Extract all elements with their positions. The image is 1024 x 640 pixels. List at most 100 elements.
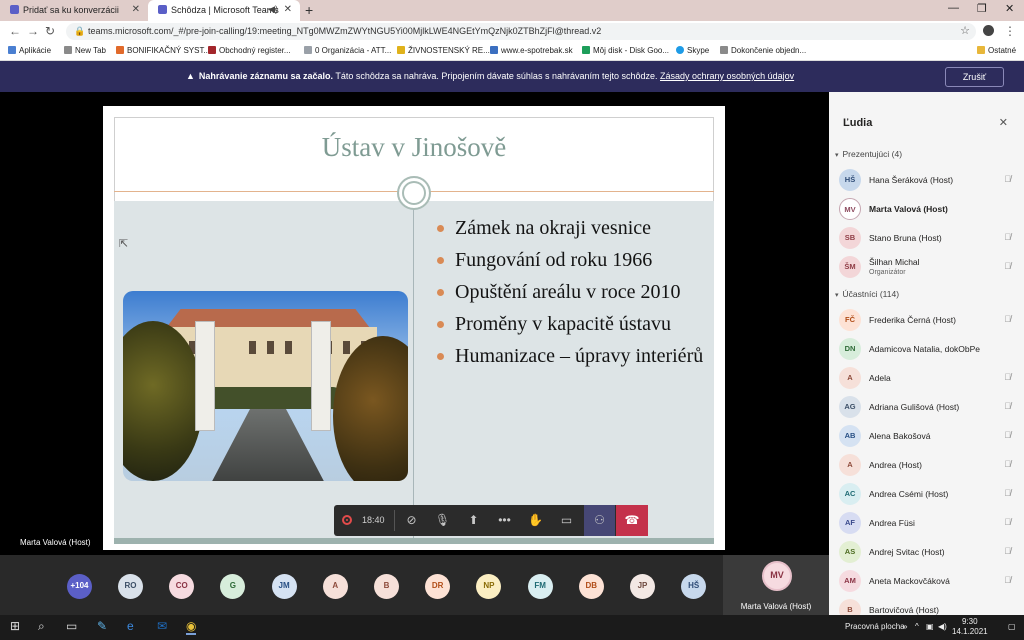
maximize-icon[interactable]: ❐ [977, 2, 987, 15]
bookmark-skype[interactable]: Skype [676, 46, 709, 55]
slide-title: Ústav v Jinošově [321, 132, 507, 162]
participant-gallery: +104 RO CO G JM A B DR NP FM DB JP HŠ [0, 555, 829, 615]
chat-icon[interactable]: ▭ [551, 505, 582, 536]
gallery-avatar[interactable]: NP [476, 574, 502, 599]
participant-row[interactable]: DN Adamicova Natalia, dokObPe [839, 336, 1017, 362]
minimize-icon[interactable]: — [948, 2, 959, 14]
participant-role: Organizátor [869, 269, 906, 276]
participant-row[interactable]: SB Stano Bruna (Host) 🎙̸ [839, 225, 1017, 251]
mic-off-icon[interactable]: 🎙 [427, 505, 458, 536]
participants-icon[interactable]: ⚇ [584, 505, 615, 536]
profile-icon[interactable] [983, 25, 994, 36]
tab-title: Pridať sa ku konverzácii [23, 5, 119, 15]
bookmark-other[interactable]: Ostatné [977, 46, 1016, 55]
windows-start-icon[interactable]: ⊞ [10, 619, 20, 633]
edge-legacy-icon[interactable]: ✎ [97, 619, 107, 633]
forward-icon[interactable]: → [27, 24, 39, 38]
participant-row[interactable]: FČ Frederika Černá (Host) 🎙̸ [839, 307, 1017, 333]
speaker-icon[interactable]: ◀) [268, 4, 278, 15]
bullet-item: Fungování od roku 1966 [437, 248, 707, 272]
gallery-avatar[interactable]: A [322, 574, 348, 599]
bookmark-organizacia[interactable]: 0 Organizácia - ATT... [304, 46, 391, 55]
bookmark-zivnostensky[interactable]: ŽIVNOSTENSKÝ RE... [397, 46, 490, 55]
participant-row[interactable]: AM Aneta Mackovčáková 🎙̸ [839, 568, 1017, 594]
gallery-avatar[interactable]: DR [425, 574, 451, 599]
gallery-avatar[interactable]: HŠ [681, 574, 707, 599]
camera-off-icon[interactable]: ⊘ [396, 505, 427, 536]
avatar: A [839, 454, 861, 476]
participant-row[interactable]: AC Andrea Csémi (Host) 🎙̸ [839, 481, 1017, 507]
gallery-avatar[interactable]: JM [271, 574, 297, 599]
participant-row[interactable]: MV Marta Valová (Host) [839, 196, 1017, 222]
participant-row[interactable]: AG Adriana Gulišová (Host) 🎙̸ [839, 394, 1017, 420]
raise-hand-icon[interactable]: ✋ [520, 505, 551, 536]
gallery-avatar[interactable]: FM [527, 574, 553, 599]
notifications-icon[interactable]: ▢ [1008, 622, 1016, 631]
participant-row[interactable]: ŠM Šilhan Michal Organizátor 🎙̸ [839, 254, 1017, 280]
tab-close-icon[interactable]: ✕ [132, 4, 140, 15]
bookmark-new-tab[interactable]: New Tab [64, 46, 106, 55]
bookmark-e-spotrebak[interactable]: www.e-spotrebak.sk [490, 46, 573, 55]
new-tab-icon[interactable]: + [305, 2, 313, 18]
bookmark-google-drive[interactable]: Môj disk - Disk Goo... [582, 46, 669, 55]
participant-row[interactable]: AB Alena Bakošová 🎙̸ [839, 423, 1017, 449]
participant-row[interactable]: HŠ Hana Šeráková (Host) 🎙̸ [839, 167, 1017, 193]
participant-name: Adela [869, 373, 891, 383]
volume-icon[interactable]: ◀) [938, 622, 947, 631]
gallery-avatar[interactable]: DB [578, 574, 604, 599]
url-field[interactable]: 🔒 teams.microsoft.com/_#/pre-join-callin… [66, 23, 976, 40]
bookmark-star-icon[interactable]: ☆ [960, 24, 970, 37]
network-icon[interactable]: ▣ [926, 622, 934, 631]
close-window-icon[interactable]: ✕ [1005, 2, 1014, 15]
self-video-tile[interactable]: MV Marta Valová (Host) [723, 555, 829, 615]
gallery-avatar[interactable]: G [220, 574, 246, 599]
back-icon[interactable]: ← [9, 24, 21, 38]
reload-icon[interactable]: ↻ [45, 24, 55, 38]
desktop-toolbar-label[interactable]: Pracovná plocha [845, 622, 905, 631]
close-icon[interactable]: ✕ [999, 116, 1008, 129]
more-actions-icon[interactable]: ••• [489, 505, 520, 536]
hang-up-icon[interactable]: ☎ [616, 505, 648, 536]
outlook-icon[interactable]: ✉ [157, 619, 167, 633]
teams-icon [10, 5, 19, 14]
gallery-avatar[interactable]: RO [118, 574, 143, 599]
participant-row[interactable]: AF Andrea Füsi 🎙̸ [839, 510, 1017, 536]
gallery-avatar[interactable]: JP [630, 574, 655, 599]
participant-row[interactable]: AS Andrej Svitac (Host) 🎙̸ [839, 539, 1017, 565]
more-participants-badge[interactable]: +104 [67, 574, 92, 599]
tray-chevron-icon[interactable]: ^ [915, 622, 919, 631]
presenters-section-header[interactable]: ▾ Prezentujúci (4) [835, 149, 902, 159]
mic-muted-icon: 🎙̸ [1004, 517, 1011, 527]
mic-muted-icon: 🎙̸ [1004, 546, 1011, 556]
search-icon[interactable]: ⌕ [38, 619, 45, 634]
bookmark-bonifikacny[interactable]: BONIFIKAČNÝ SYST... [116, 46, 210, 55]
site-icon [490, 46, 498, 54]
gallery-avatar[interactable]: CO [169, 574, 195, 599]
participant-name: Andrea Füsi [869, 518, 915, 528]
participant-row[interactable]: A Andrea (Host) 🎙̸ [839, 452, 1017, 478]
share-screen-icon[interactable]: ⬆ [458, 505, 489, 536]
bookmark-apps[interactable]: Aplikácie [8, 46, 51, 55]
tab-close-icon[interactable]: ✕ [284, 4, 292, 15]
edge-icon[interactable]: e [127, 619, 134, 633]
participant-row[interactable]: B Bartovičová (Host) [839, 597, 1017, 615]
privacy-policy-link[interactable]: Zásady ochrany osobných údajov [660, 71, 794, 81]
avatar: AG [839, 396, 861, 418]
tab-teams-meeting[interactable]: Schôdza | Microsoft Teams ◀) ✕ [148, 0, 300, 21]
dismiss-button[interactable]: Zrušiť [945, 67, 1004, 87]
gallery-avatar[interactable]: B [374, 574, 399, 599]
browser-menu-icon[interactable]: ⋮ [1004, 24, 1016, 38]
avatar: AF [839, 512, 861, 534]
chateau-photo [123, 291, 408, 481]
participant-name: Adriana Gulišová (Host) [869, 402, 960, 412]
attendees-section-header[interactable]: ▾ Účastníci (114) [835, 289, 899, 299]
system-clock[interactable]: 9:30 14.1.2021 [952, 617, 988, 637]
tab-join-conversation[interactable]: Pridať sa ku konverzácii ✕ [0, 0, 148, 21]
bookmark-obchodny-register[interactable]: Obchodný register... [208, 46, 291, 55]
bookmark-dokoncenie[interactable]: Dokončenie objedn... [720, 46, 806, 55]
participant-row[interactable]: A Adela 🎙̸ [839, 365, 1017, 391]
task-view-icon[interactable]: ▭ [66, 619, 77, 633]
tray-overflow-icon[interactable]: » [903, 622, 907, 631]
mic-muted-icon: 🎙̸ [1004, 174, 1011, 184]
chrome-icon[interactable]: ◉ [186, 619, 197, 635]
